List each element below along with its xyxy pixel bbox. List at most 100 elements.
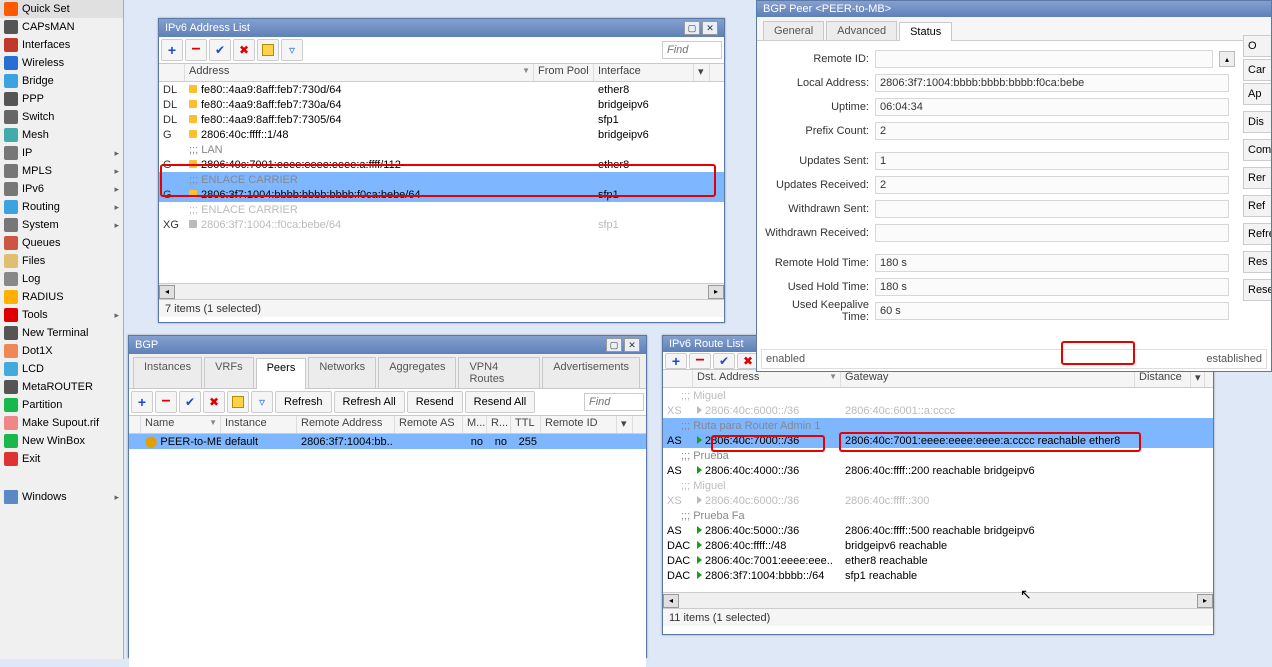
field-value[interactable]: 2 (875, 122, 1229, 140)
tab-networks[interactable]: Networks (308, 357, 376, 388)
grid-header[interactable]: Name Instance Remote Address Remote AS M… (129, 416, 646, 434)
resend-button[interactable]: Resend (407, 391, 463, 413)
comment-button[interactable] (227, 391, 249, 413)
header-remote-addr[interactable]: Remote Address (297, 416, 395, 433)
sidebar-item-ipv6[interactable]: IPv6▸ (0, 180, 123, 198)
header-ttl[interactable]: TTL (511, 416, 541, 433)
sidebar-item-system[interactable]: System▸ (0, 216, 123, 234)
comment-row[interactable]: ;;; Ruta para Router Admin 1 (663, 418, 1213, 433)
enable-button[interactable]: ✔ (179, 391, 201, 413)
comment-row[interactable]: ;;; LAN (159, 142, 724, 157)
table-row[interactable]: ⬤ PEER-to-MBdefault2806:3f7:1004:bb..non… (129, 434, 646, 449)
side-button-7[interactable]: Refre (1243, 223, 1271, 245)
field-value[interactable] (875, 200, 1229, 218)
sidebar-item-ip[interactable]: IP▸ (0, 144, 123, 162)
sidebar-item-make-supout-rif[interactable]: Make Supout.rif (0, 414, 123, 432)
add-button[interactable]: + (665, 353, 687, 369)
field-value[interactable]: 2 (875, 176, 1229, 194)
add-button[interactable]: + (131, 391, 153, 413)
add-button[interactable]: + (161, 39, 183, 61)
sidebar-item-exit[interactable]: Exit (0, 450, 123, 468)
sidebar-item-queues[interactable]: Queues (0, 234, 123, 252)
sidebar-item-ppp[interactable]: PPP (0, 90, 123, 108)
side-button-0[interactable]: O (1243, 35, 1271, 57)
tab-vpn4 routes[interactable]: VPN4 Routes (458, 357, 540, 388)
sidebar-item-tools[interactable]: Tools▸ (0, 306, 123, 324)
header-remote-id[interactable]: Remote ID (541, 416, 617, 433)
sidebar-item-capsman[interactable]: CAPsMAN (0, 18, 123, 36)
side-button-5[interactable]: Rer (1243, 167, 1271, 189)
table-row[interactable]: XG2806:3f7:1004::f0ca:bebe/64sfp1 (159, 217, 724, 232)
window-close-button[interactable]: ✕ (624, 338, 640, 352)
tab-instances[interactable]: Instances (133, 357, 202, 388)
header-interface[interactable]: Interface (594, 64, 694, 81)
h-scrollbar[interactable]: ◂▸ (663, 592, 1213, 608)
enable-button[interactable]: ✔ (713, 353, 735, 369)
tab-status[interactable]: Status (899, 22, 952, 41)
remove-button[interactable]: − (155, 391, 177, 413)
refresh-button[interactable]: Refresh (275, 391, 332, 413)
sidebar-item-log[interactable]: Log (0, 270, 123, 288)
header-distance[interactable]: Distance (1135, 370, 1191, 387)
window-close-button[interactable]: ✕ (702, 21, 718, 35)
table-row[interactable]: DAC 2806:40c:ffff::/48bridgeipv6 reachab… (663, 538, 1213, 553)
table-row[interactable]: DAC 2806:3f7:1004:bbbb::/64sfp1 reachabl… (663, 568, 1213, 583)
grid-header[interactable]: Dst. Address Gateway Distance ▾ (663, 370, 1213, 388)
refresh-all-button[interactable]: Refresh All (334, 391, 405, 413)
header-r[interactable]: R... (487, 416, 511, 433)
sidebar-item-quick-set[interactable]: Quick Set (0, 0, 123, 18)
sidebar-item-dot1x[interactable]: Dot1X (0, 342, 123, 360)
table-row[interactable]: XS 2806:40c:6000::/362806:40c:ffff::300 (663, 493, 1213, 508)
side-button-4[interactable]: Com (1243, 139, 1271, 161)
sidebar-item-wireless[interactable]: Wireless (0, 54, 123, 72)
sidebar-item-interfaces[interactable]: Interfaces (0, 36, 123, 54)
side-button-1[interactable]: Car (1243, 59, 1271, 81)
comment-row[interactable]: ;;; ENLACE CARRIER (159, 172, 724, 187)
header-m[interactable]: M... (463, 416, 487, 433)
window-restore-button[interactable]: ▢ (684, 21, 700, 35)
tab-vrfs[interactable]: VRFs (204, 357, 254, 388)
sidebar-item-mesh[interactable]: Mesh (0, 126, 123, 144)
field-value[interactable]: 2806:3f7:1004:bbbb:bbbb:bbbb:f0ca:bebe (875, 74, 1229, 92)
h-scrollbar[interactable]: ◂▸ (159, 283, 724, 299)
window-restore-button[interactable]: ▢ (606, 338, 622, 352)
arrow-up-icon[interactable]: ▴ (1219, 51, 1235, 67)
field-value[interactable]: 180 s (875, 254, 1229, 272)
table-row[interactable]: G2806:3f7:1004:bbbb:bbbb:bbbb:f0ca:bebe/… (159, 187, 724, 202)
tab-aggregates[interactable]: Aggregates (378, 357, 456, 388)
sidebar-item-partition[interactable]: Partition (0, 396, 123, 414)
header-instance[interactable]: Instance (221, 416, 297, 433)
sidebar-item-windows[interactable]: Windows▸ (0, 488, 123, 506)
remove-button[interactable]: − (185, 39, 207, 61)
field-value[interactable]: 60 s (875, 302, 1229, 320)
find-input[interactable] (662, 41, 722, 59)
disable-button[interactable]: ✖ (233, 39, 255, 61)
field-value[interactable] (875, 224, 1229, 242)
header-name[interactable]: Name (141, 416, 221, 433)
sidebar-item-metarouter[interactable]: MetaROUTER (0, 378, 123, 396)
window-titlebar[interactable]: BGP ▢ ✕ (129, 336, 646, 354)
table-row[interactable]: DAC 2806:40c:7001:eeee:eee..ether8 reach… (663, 553, 1213, 568)
find-input[interactable] (584, 393, 644, 411)
comment-row[interactable]: ;;; Prueba Fa (663, 508, 1213, 523)
tab-peers[interactable]: Peers (256, 358, 307, 389)
header-address[interactable]: Address (185, 64, 534, 81)
sidebar-item-lcd[interactable]: LCD (0, 360, 123, 378)
table-row[interactable]: AS 2806:40c:5000::/362806:40c:ffff::500 … (663, 523, 1213, 538)
table-row[interactable]: AS 2806:40c:7000::/362806:40c:7001:eeee:… (663, 433, 1213, 448)
window-titlebar[interactable]: IPv6 Address List ▢ ✕ (159, 19, 724, 37)
table-row[interactable]: AS 2806:40c:4000::/362806:40c:ffff::200 … (663, 463, 1213, 478)
resend-all-button[interactable]: Resend All (465, 391, 536, 413)
remove-button[interactable]: − (689, 353, 711, 369)
sidebar-item-new-terminal[interactable]: New Terminal (0, 324, 123, 342)
table-row[interactable]: DLfe80::4aa9:8aff:feb7:7305/64sfp1 (159, 112, 724, 127)
comment-row[interactable]: ;;; Miguel (663, 388, 1213, 403)
side-button-3[interactable]: Dis (1243, 111, 1271, 133)
tab-advertisements[interactable]: Advertisements (542, 357, 640, 388)
sidebar-item-mpls[interactable]: MPLS▸ (0, 162, 123, 180)
side-button-9[interactable]: Rese (1243, 279, 1271, 301)
sidebar-item-bridge[interactable]: Bridge (0, 72, 123, 90)
filter-button[interactable]: ▿ (281, 39, 303, 61)
filter-button[interactable]: ▿ (251, 391, 273, 413)
comment-button[interactable] (257, 39, 279, 61)
